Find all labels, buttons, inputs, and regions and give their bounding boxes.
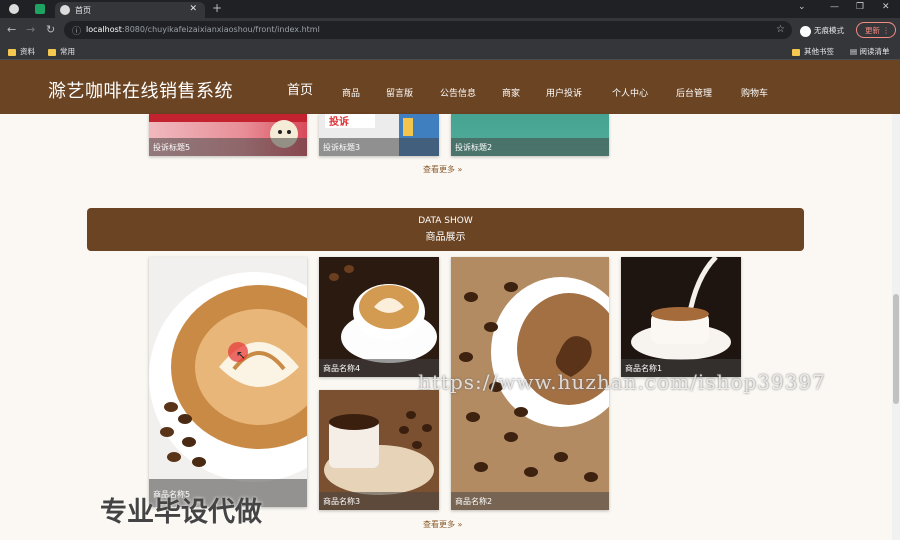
bookmark-folder-1[interactable]: 资料 — [8, 46, 35, 57]
url-input[interactable]: ⓘ localhost:8080/chuyikafeizaixianxiaosh… — [64, 21, 792, 39]
nav-merchants[interactable]: 商家 — [502, 86, 520, 99]
nav-announcements[interactable]: 公告信息 — [440, 86, 476, 99]
product-card[interactable]: 商品名称1 — [621, 257, 741, 377]
incognito-icon — [800, 25, 811, 37]
mouse-cursor-icon: ↖ — [236, 348, 247, 362]
nav-admin[interactable]: 后台管理 — [676, 86, 712, 99]
products-more-link[interactable]: 查看更多 » — [423, 519, 462, 530]
reload-icon[interactable]: ↻ — [46, 23, 55, 36]
restore-button[interactable]: ❐ — [856, 2, 864, 12]
section-title-cn: 商品展示 — [425, 232, 466, 243]
watermark-text: https://www.huzhan.com/ishop39397 — [418, 370, 826, 394]
complaint-card[interactable]: 投诉标题2 — [451, 114, 609, 156]
bookmark-star-icon[interactable]: ☆ — [776, 24, 785, 35]
other-bookmarks-label: 其他书签 — [804, 47, 834, 56]
incognito-label: 无痕模式 — [814, 26, 844, 35]
forward-icon[interactable]: → — [26, 23, 35, 36]
close-window-button[interactable]: ✕ — [882, 2, 890, 12]
folder-icon — [8, 48, 16, 56]
double-chevron-icon: » — [455, 165, 463, 174]
product-name: 商品名称3 — [319, 492, 439, 510]
tab-search-icon[interactable]: ⌄ — [798, 2, 806, 12]
nav-cart[interactable]: 购物车 — [741, 86, 768, 99]
address-bar-row: ← → ↻ ⓘ localhost:8080/chuyikafeizaixian… — [0, 18, 900, 42]
bookmarks-bar: 资料 常用 其他书签 ▤ 阅读清单 — [0, 42, 900, 60]
site-info-icon[interactable]: ⓘ — [72, 24, 81, 37]
product-card[interactable]: 商品名称5 — [149, 257, 307, 507]
site-header: 滁艺咖啡在线销售系统 首页 商品 留言版 公告信息 商家 用户投诉 个人中心 后… — [0, 60, 900, 114]
minimize-button[interactable]: — — [830, 2, 839, 12]
globe-icon — [60, 5, 70, 15]
tab-title: 首页 — [75, 6, 91, 15]
complaint-card[interactable]: 投诉 投诉标题3 — [319, 114, 439, 156]
complaint-title: 投诉标题3 — [319, 138, 439, 156]
svg-text:投诉: 投诉 — [329, 115, 349, 128]
bookmark-folder-2[interactable]: 常用 — [48, 46, 75, 57]
incognito-indicator[interactable]: 无痕模式 — [800, 25, 844, 37]
product-card[interactable]: 商品名称4 — [319, 257, 439, 377]
complaint-card[interactable]: 投诉标题5 — [149, 114, 307, 156]
nav-messages[interactable]: 留言版 — [386, 86, 413, 99]
product-name: 商品名称2 — [451, 492, 609, 510]
double-chevron-icon: » — [455, 520, 463, 529]
complaint-title: 投诉标题5 — [149, 138, 307, 156]
product-image-latte-art — [149, 272, 307, 482]
complaints-more-link[interactable]: 查看更多 » — [423, 164, 462, 175]
nav-products[interactable]: 商品 — [342, 86, 360, 99]
nav-user-center[interactable]: 个人中心 — [612, 86, 648, 99]
section-banner: DATA SHOW 商品展示 — [87, 208, 804, 251]
page-scrollbar[interactable] — [892, 114, 900, 540]
nav-complaints[interactable]: 用户投诉 — [546, 86, 582, 99]
browser-tab-strip: 首页 ✕ + ⌄ — ❐ ✕ — [0, 0, 900, 18]
reading-list[interactable]: ▤ 阅读清单 — [850, 46, 889, 57]
bookmark-label: 资料 — [20, 47, 35, 56]
update-button[interactable]: 更新 ⋮ — [856, 22, 896, 38]
close-tab-icon[interactable]: ✕ — [189, 4, 197, 14]
globe-icon — [9, 4, 19, 14]
sheet-tab-icon[interactable] — [35, 4, 45, 14]
bookmark-label: 常用 — [60, 47, 75, 56]
other-bookmarks[interactable]: 其他书签 — [792, 46, 834, 57]
folder-icon — [48, 48, 56, 56]
reading-list-label: 阅读清单 — [859, 47, 890, 56]
scrollbar-thumb[interactable] — [893, 294, 899, 404]
url-path: :8080/chuyikafeizaixianxiaoshou/front/in… — [121, 25, 320, 34]
active-tab[interactable]: 首页 ✕ — [55, 2, 205, 18]
folder-icon — [792, 48, 800, 56]
more-label: 查看更多 — [423, 520, 455, 529]
site-title: 滁艺咖啡在线销售系统 — [48, 81, 233, 102]
more-label: 查看更多 — [423, 165, 455, 174]
complaint-title: 投诉标题2 — [451, 138, 609, 156]
product-card[interactable]: 商品名称3 — [319, 390, 439, 510]
new-tab-button[interactable]: + — [212, 1, 222, 15]
url-host: localhost — [86, 25, 122, 34]
promo-text: 专业毕设代做 — [100, 497, 262, 528]
nav-home[interactable]: 首页 — [287, 79, 313, 98]
section-title-en: DATA SHOW — [418, 216, 473, 226]
update-label: 更新 — [865, 26, 880, 35]
back-icon[interactable]: ← — [7, 23, 16, 36]
